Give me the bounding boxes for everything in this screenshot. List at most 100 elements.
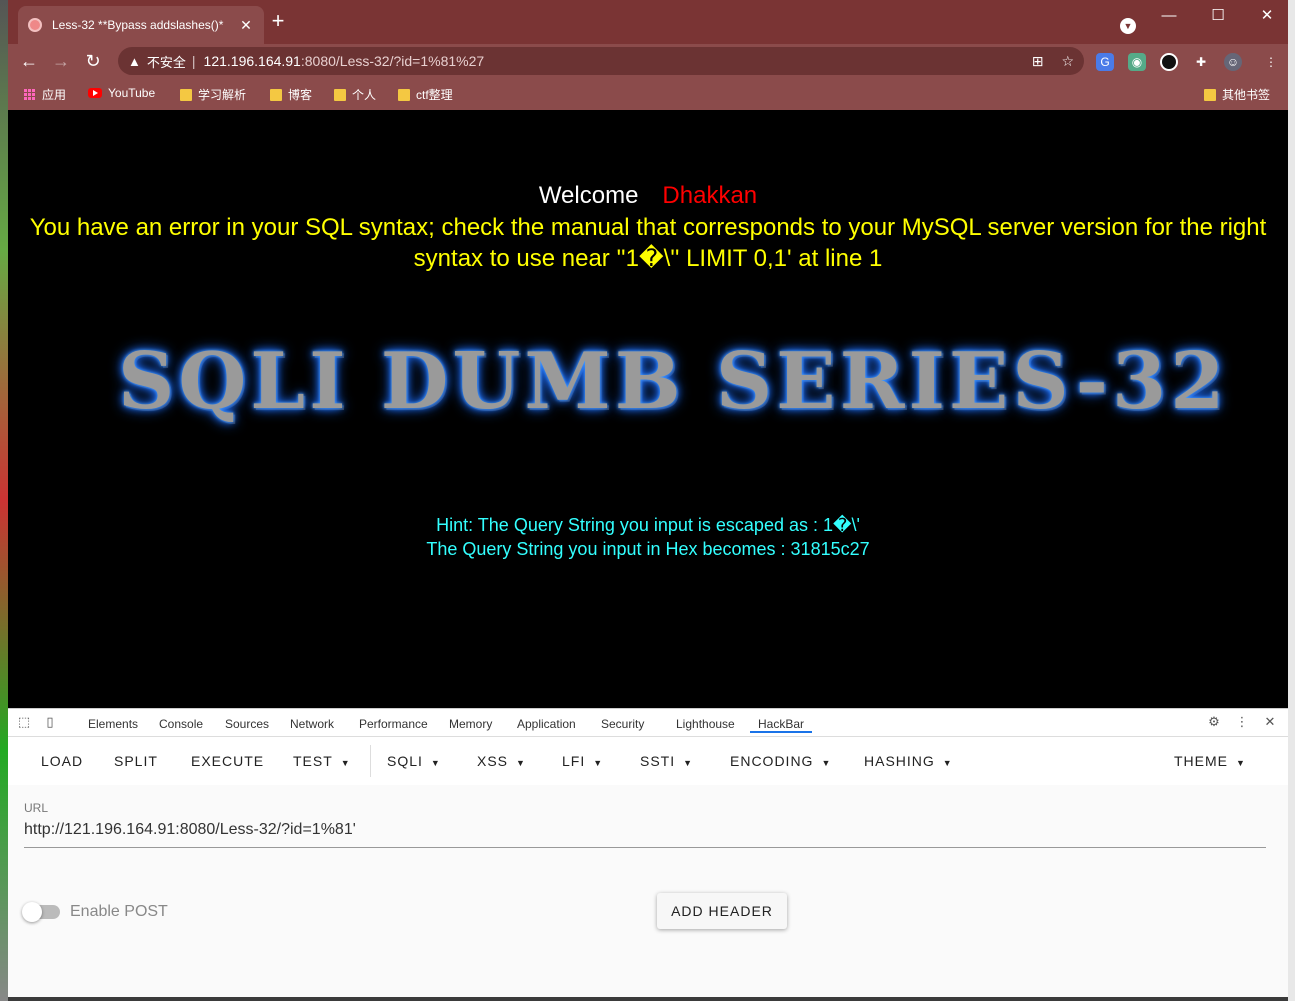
more-options-icon[interactable]: ⋮: [1234, 715, 1250, 729]
menu-dots-icon[interactable]: ⋮: [1262, 53, 1280, 71]
globe-icon: [28, 18, 42, 32]
add-header-button[interactable]: ADD HEADER: [657, 893, 787, 929]
tab-application[interactable]: Application: [517, 717, 576, 731]
tab-network[interactable]: Network: [290, 717, 334, 731]
bookmark-folder[interactable]: 个人: [334, 86, 376, 103]
theme-label: THEME: [1174, 753, 1228, 769]
xss-menu[interactable]: XSS ▼: [477, 753, 526, 769]
bookmark-star-icon[interactable]: ☆: [1061, 53, 1074, 70]
hashing-menu[interactable]: HASHING ▼: [864, 753, 953, 769]
tab-elements[interactable]: Elements: [88, 717, 138, 731]
background-desktop-right: [1288, 0, 1295, 1001]
xss-label: XSS: [477, 753, 509, 769]
back-icon[interactable]: ←: [18, 50, 40, 72]
caret-down-icon: ▼: [821, 758, 832, 768]
google-translate-icon[interactable]: G: [1096, 53, 1114, 71]
tab-lighthouse[interactable]: Lighthouse: [676, 717, 735, 731]
folder-icon: [270, 88, 282, 101]
url-field[interactable]: http://121.196.164.91:8080/Less-32/?id=1…: [24, 821, 356, 839]
encoding-menu[interactable]: ENCODING ▼: [730, 753, 831, 769]
welcome-text: Welcome: [538, 182, 639, 209]
welcome-line: Welcome Dhakkan: [8, 182, 1288, 210]
test-menu[interactable]: TEST ▼: [293, 753, 351, 769]
bookmark-apps[interactable]: 应用: [24, 86, 66, 103]
tab-performance[interactable]: Performance: [359, 717, 428, 731]
reload-icon[interactable]: ↻: [82, 50, 104, 72]
bookmark-other[interactable]: 其他书签: [1204, 86, 1270, 103]
bookmark-label: 博客: [288, 88, 313, 102]
sql-error-message: You have an error in your SQL syntax; ch…: [29, 214, 1267, 272]
folder-icon: [398, 88, 410, 101]
inspect-icon[interactable]: ⬚: [16, 715, 32, 729]
hackbar-body: URL http://121.196.164.91:8080/Less-32/?…: [8, 785, 1288, 997]
caret-down-icon: ▼: [340, 758, 351, 768]
lfi-menu[interactable]: LFI ▼: [562, 753, 603, 769]
background-desktop-left: [0, 0, 8, 1001]
bookmark-folder[interactable]: 学习解析: [180, 86, 246, 103]
bookmark-youtube[interactable]: YouTube: [88, 86, 155, 100]
username: Dhakkan: [662, 182, 758, 209]
bookmarks-bar: 应用 YouTube 学习解析 博客 个人 ctf整理 其他书签: [8, 78, 1288, 110]
page-content: Welcome Dhakkan You have an error in your…: [8, 110, 1288, 708]
caret-down-icon: ▼: [1236, 758, 1246, 768]
bookmark-apps-label: 应用: [42, 88, 67, 102]
encoding-label: ENCODING: [730, 753, 814, 769]
sqli-label: SQLI: [387, 753, 423, 769]
url-field-underline: [24, 847, 1266, 848]
profile-avatar[interactable]: ☺: [1224, 53, 1242, 71]
hint-escaped: Hint: The Query String you input is esca…: [436, 515, 860, 535]
tab-search-icon[interactable]: ▼: [1120, 18, 1136, 34]
hackbar-toolbar: LOAD SPLIT EXECUTE TEST ▼ SQLI ▼ XSS ▼ LFI ▼…: [8, 737, 1288, 785]
enable-post-label: Enable POST: [70, 903, 168, 920]
browser-tab[interactable]: Less-32 **Bypass addslashes()* ✕: [18, 6, 264, 44]
tab-security[interactable]: Security: [601, 717, 644, 731]
folder-icon: [334, 88, 346, 101]
address-separator: |: [191, 53, 196, 69]
tab-hackbar[interactable]: HackBar: [750, 717, 813, 733]
address-bar[interactable]: ▲ 不安全 | 121.196.164.91 :8080/Less-32/?id…: [118, 47, 1084, 75]
hashing-label: HASHING: [864, 753, 935, 769]
enable-post-toggle[interactable]: [22, 902, 60, 922]
toggle-knob: [22, 902, 42, 922]
warning-icon: ▲: [128, 53, 141, 69]
maximize-button[interactable]: ☐: [1203, 6, 1233, 26]
folder-icon: [1204, 88, 1216, 101]
new-tab-button[interactable]: +: [268, 10, 288, 32]
caret-down-icon: ▼: [516, 758, 526, 768]
tab-memory[interactable]: Memory: [449, 717, 492, 731]
theme-menu[interactable]: THEME ▼: [1174, 753, 1246, 769]
close-tab-icon[interactable]: ✕: [238, 17, 254, 34]
ssti-menu[interactable]: SSTI ▼: [640, 753, 693, 769]
bookmark-folder[interactable]: 博客: [270, 86, 312, 103]
tab-console[interactable]: Console: [159, 717, 203, 731]
extensions-puzzle-icon[interactable]: ✚: [1192, 53, 1210, 71]
ssti-label: SSTI: [640, 753, 676, 769]
settings-gear-icon[interactable]: ⚙: [1206, 715, 1222, 729]
extension-circle-icon[interactable]: [1160, 53, 1178, 71]
execute-button[interactable]: EXECUTE: [191, 753, 264, 769]
bookmark-folder[interactable]: ctf整理: [398, 86, 453, 103]
forward-icon[interactable]: →: [50, 50, 72, 72]
load-button[interactable]: LOAD: [41, 753, 83, 769]
caret-down-icon: ▼: [942, 758, 953, 768]
youtube-icon: [88, 88, 102, 98]
extension-owl-icon[interactable]: ◉: [1128, 53, 1146, 71]
security-label: 不安全: [146, 54, 186, 70]
bookmark-label: 学习解析: [198, 88, 247, 102]
split-button[interactable]: SPLIT: [114, 753, 158, 769]
window-close-button[interactable]: ✕: [1252, 6, 1282, 26]
bookmark-label: YouTube: [108, 86, 156, 100]
bookmark-label: ctf整理: [416, 88, 453, 102]
bookmark-label: 个人: [352, 88, 377, 102]
caret-down-icon: ▼: [593, 758, 604, 768]
minimize-button[interactable]: —: [1154, 6, 1184, 26]
translate-icon[interactable]: ⊞: [1032, 53, 1044, 70]
tab-sources[interactable]: Sources: [225, 717, 269, 731]
sqli-menu[interactable]: SQLI ▼: [387, 753, 441, 769]
close-devtools-icon[interactable]: ✕: [1262, 715, 1278, 729]
test-label: TEST: [293, 753, 333, 769]
devtools-tabbar: ⬚ ▯ Elements Console Sources Network Per…: [8, 709, 1288, 737]
devtools-panel: ⬚ ▯ Elements Console Sources Network Per…: [8, 708, 1288, 997]
device-toggle-icon[interactable]: ▯: [42, 715, 58, 729]
browser-window: Less-32 **Bypass addslashes()* ✕ + ▼ — ☐…: [8, 0, 1288, 997]
